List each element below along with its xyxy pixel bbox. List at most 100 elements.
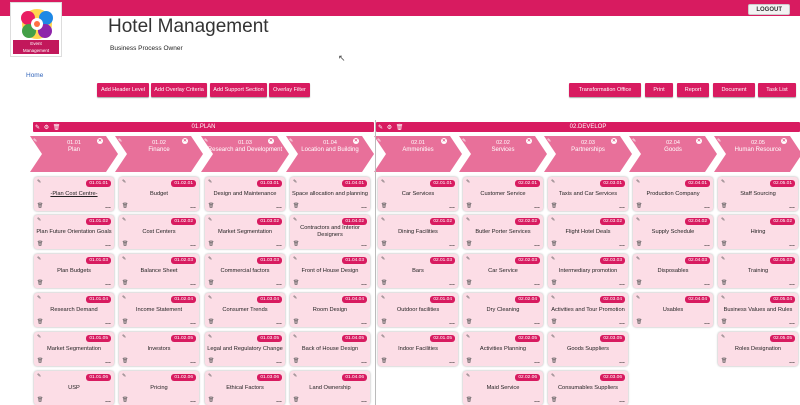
report-button[interactable]: Report (677, 83, 709, 97)
process-card[interactable]: ✎ 02.05.04 Business Values and Rules 🗑… (718, 293, 798, 327)
card-title[interactable]: Staff Sourcing (720, 185, 796, 203)
more-options-icon[interactable]: … (105, 281, 111, 287)
more-options-icon[interactable]: … (619, 359, 625, 365)
section-edit-icons[interactable]: ✎ ⚙ 🗑 (378, 123, 404, 133)
process-card[interactable]: ✎ 02.01.05 Indoor Facilities 🗑… (378, 332, 458, 366)
more-options-icon[interactable]: … (619, 242, 625, 248)
more-options-icon[interactable]: … (105, 398, 111, 404)
document-button[interactable]: Document (713, 83, 755, 97)
process-card[interactable]: ✎ 01.02.06 Pricing 🗑… (119, 371, 199, 405)
more-options-icon[interactable]: … (789, 320, 795, 326)
card-title[interactable]: Space allocation and planning (292, 185, 368, 203)
process-card[interactable]: ✎ 02.01.02 Dining Facilities 🗑… (378, 215, 458, 249)
trash-icon[interactable]: 🗑 (636, 241, 642, 247)
trash-icon[interactable]: 🗑 (551, 280, 557, 286)
trash-icon[interactable]: 🗑 (37, 280, 43, 286)
trash-icon[interactable]: 🗑 (551, 319, 557, 325)
process-card[interactable]: ✎ 01.04.02 Contractors and Interior Design… (290, 215, 370, 249)
more-options-icon[interactable]: … (704, 204, 710, 210)
process-card[interactable]: ✎ 02.04.03 Disposables 🗑… (633, 254, 713, 288)
overlay-filter-button[interactable]: Overlay Filter (269, 83, 310, 97)
process-card[interactable]: ✎ 01.04.04 Room Design 🗑… (290, 293, 370, 327)
trash-icon[interactable]: 🗑 (208, 280, 214, 286)
card-title[interactable]: Pricing (121, 379, 197, 397)
trash-icon[interactable]: 🗑 (466, 319, 472, 325)
more-options-icon[interactable]: … (619, 204, 625, 210)
more-options-icon[interactable]: … (361, 320, 367, 326)
trash-icon[interactable]: 🗑 (636, 280, 642, 286)
process-card[interactable]: ✎ 02.05.03 Training 🗑… (718, 254, 798, 288)
card-title[interactable]: -Plan Cost Centre- (36, 185, 112, 203)
trash-icon[interactable]: 🗑 (466, 280, 472, 286)
logout-button[interactable]: LOGOUT (748, 4, 790, 15)
home-link[interactable]: Home (26, 72, 43, 79)
trash-icon[interactable]: 🗑 (37, 397, 43, 403)
trash-icon[interactable]: 🗑 (636, 203, 642, 209)
column-header-partnerships[interactable]: ✎ ✕ 02.03 Partnerships (544, 136, 632, 172)
process-card[interactable]: ✎ 01.02.04 Income Statement 🗑… (119, 293, 199, 327)
card-title[interactable]: Ethical Factors (207, 379, 283, 397)
column-header-plan[interactable]: ✎ ✕ 01.01 Plan (30, 136, 118, 172)
more-options-icon[interactable]: … (361, 204, 367, 210)
process-card[interactable]: ✎ 01.04.06 Land Ownership 🗑… (290, 371, 370, 405)
process-card[interactable]: ✎ 01.03.04 Consumer Trends 🗑… (205, 293, 285, 327)
column-header-goods[interactable]: ✎ ✕ 02.04 Goods (629, 136, 717, 172)
card-title[interactable]: Disposables (635, 262, 711, 280)
add-overlay-criteria-button[interactable]: Add Overlay Criteria (151, 83, 207, 97)
card-title[interactable]: Budget (121, 185, 197, 203)
process-card[interactable]: ✎ 01.04.05 Back of House Design 🗑… (290, 332, 370, 366)
process-card[interactable]: ✎ 02.01.04 Outdoor facilities 🗑… (378, 293, 458, 327)
more-options-icon[interactable]: … (789, 204, 795, 210)
more-options-icon[interactable]: … (534, 398, 540, 404)
trash-icon[interactable]: 🗑 (122, 280, 128, 286)
trash-icon[interactable]: 🗑 (208, 319, 214, 325)
card-title[interactable]: Legal and Regulatory Change (207, 340, 283, 358)
more-options-icon[interactable]: … (190, 281, 196, 287)
more-options-icon[interactable]: … (704, 320, 710, 326)
more-options-icon[interactable]: … (534, 320, 540, 326)
process-card[interactable]: ✎ 02.05.05 Roles Designation 🗑… (718, 332, 798, 366)
more-options-icon[interactable]: … (449, 281, 455, 287)
card-title[interactable]: Land Ownership (292, 379, 368, 397)
trash-icon[interactable]: 🗑 (293, 358, 299, 364)
process-card[interactable]: ✎ 02.02.05 Activities Planning 🗑… (463, 332, 543, 366)
trash-icon[interactable]: 🗑 (551, 358, 557, 364)
card-title[interactable]: USP (36, 379, 112, 397)
card-title[interactable]: Market Segmentation (36, 340, 112, 358)
more-options-icon[interactable]: … (789, 359, 795, 365)
trash-icon[interactable]: 🗑 (122, 397, 128, 403)
trash-icon[interactable]: 🗑 (208, 203, 214, 209)
trash-icon[interactable]: 🗑 (466, 358, 472, 364)
more-options-icon[interactable]: … (105, 359, 111, 365)
card-title[interactable]: Intermediary promotion (550, 262, 626, 280)
trash-icon[interactable]: 🗑 (122, 203, 128, 209)
card-title[interactable]: Investors (121, 340, 197, 358)
more-options-icon[interactable]: … (105, 204, 111, 210)
more-options-icon[interactable]: … (361, 242, 367, 248)
process-card[interactable]: ✎ 01.02.01 Budget 🗑… (119, 177, 199, 211)
card-title[interactable]: Bars (380, 262, 456, 280)
event-management-logo[interactable]: Event Management (10, 2, 62, 57)
process-card[interactable]: ✎ 02.02.06 Maid Service 🗑… (463, 371, 543, 405)
more-options-icon[interactable]: … (276, 204, 282, 210)
process-card[interactable]: ✎ 02.03.04 Activities and Tour Promotion 🗑… (548, 293, 628, 327)
section-edit-icons[interactable]: ✎ ⚙ 🗑 (35, 123, 61, 133)
process-card[interactable]: ✎ 02.02.02 Butler Porter Services 🗑… (463, 215, 543, 249)
card-title[interactable]: Butler Porter Services (465, 223, 541, 241)
process-card[interactable]: ✎ 02.03.03 Intermediary promotion 🗑… (548, 254, 628, 288)
trash-icon[interactable]: 🗑 (208, 397, 214, 403)
trash-icon[interactable]: 🗑 (122, 241, 128, 247)
card-title[interactable]: Plan Future Orientation Goals (36, 223, 112, 241)
process-card[interactable]: ✎ 02.03.02 Flight Hotel Deals 🗑… (548, 215, 628, 249)
more-options-icon[interactable]: … (190, 359, 196, 365)
more-options-icon[interactable]: … (704, 242, 710, 248)
card-title[interactable]: Income Statement (121, 301, 197, 319)
trash-icon[interactable]: 🗑 (466, 241, 472, 247)
process-card[interactable]: ✎ 02.01.01 Car Services 🗑… (378, 177, 458, 211)
card-title[interactable]: Maid Service (465, 379, 541, 397)
trash-icon[interactable]: 🗑 (466, 397, 472, 403)
more-options-icon[interactable]: … (534, 359, 540, 365)
more-options-icon[interactable]: … (449, 320, 455, 326)
more-options-icon[interactable]: … (105, 320, 111, 326)
trash-icon[interactable]: 🗑 (721, 241, 727, 247)
